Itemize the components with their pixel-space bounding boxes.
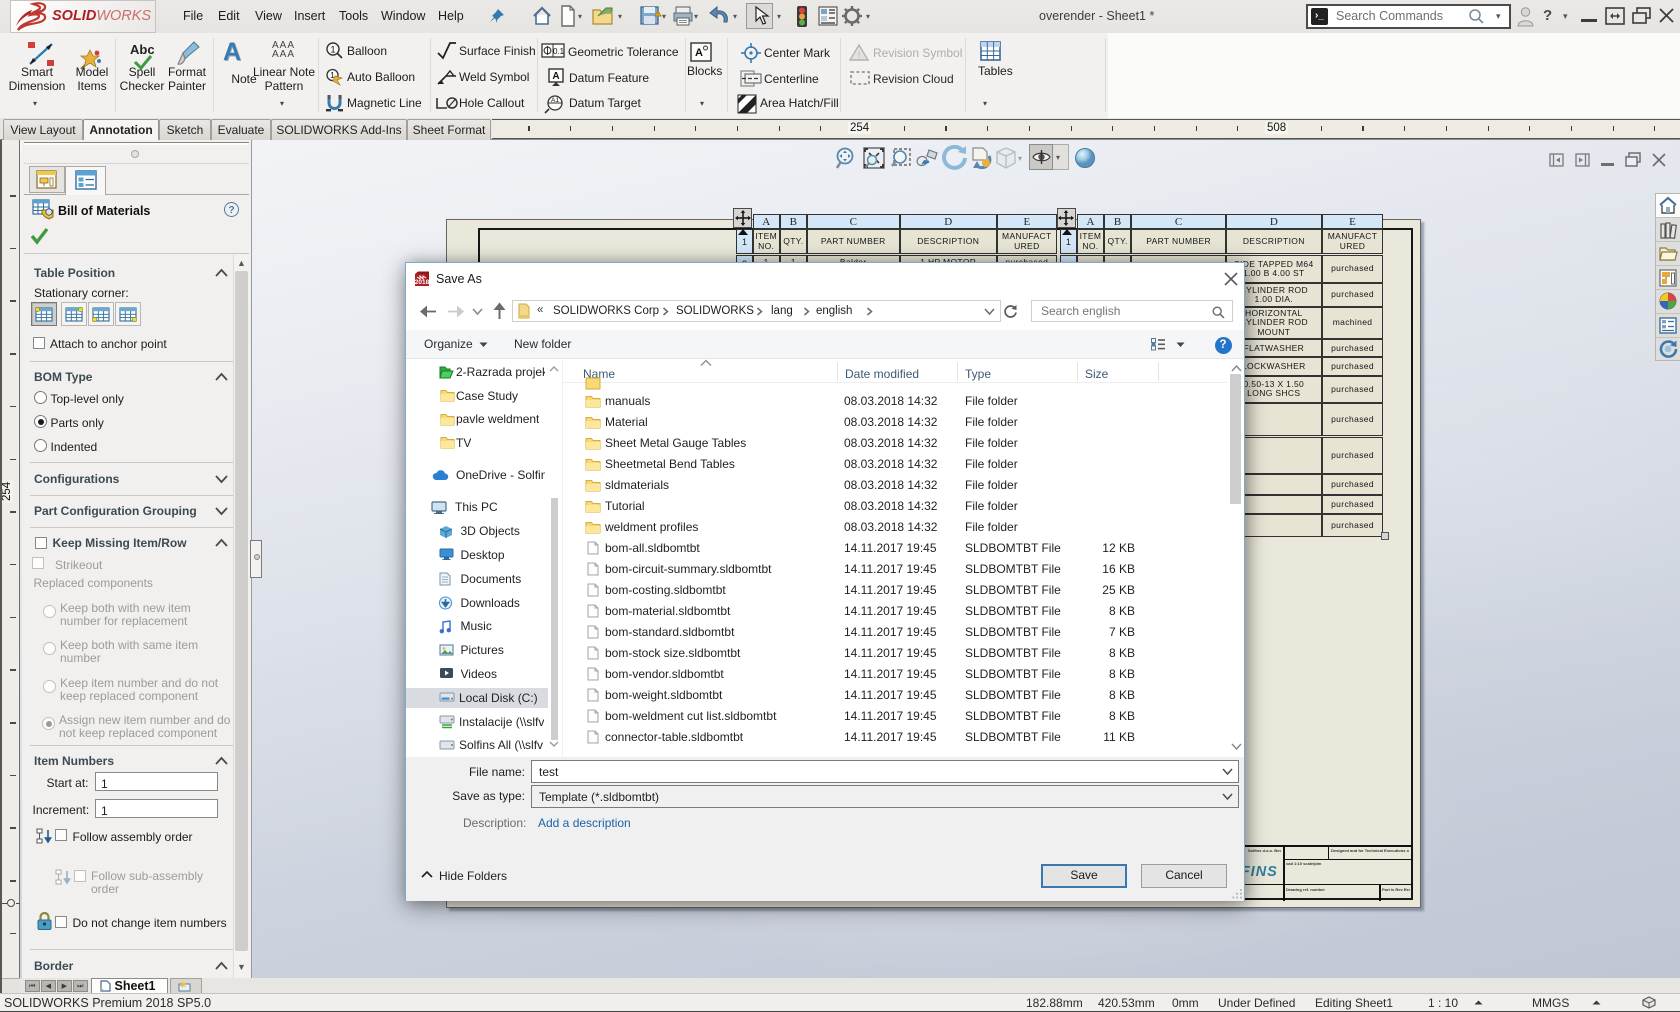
svg-text:A1: A1: [551, 97, 559, 104]
svg-text:2018: 2018: [415, 279, 430, 286]
svg-text:A: A: [552, 71, 559, 82]
svg-text:1: 1: [330, 45, 335, 55]
svg-text:A: A: [695, 47, 703, 59]
svg-text:!: !: [858, 50, 861, 60]
svg-text:0.1: 0.1: [553, 47, 565, 56]
